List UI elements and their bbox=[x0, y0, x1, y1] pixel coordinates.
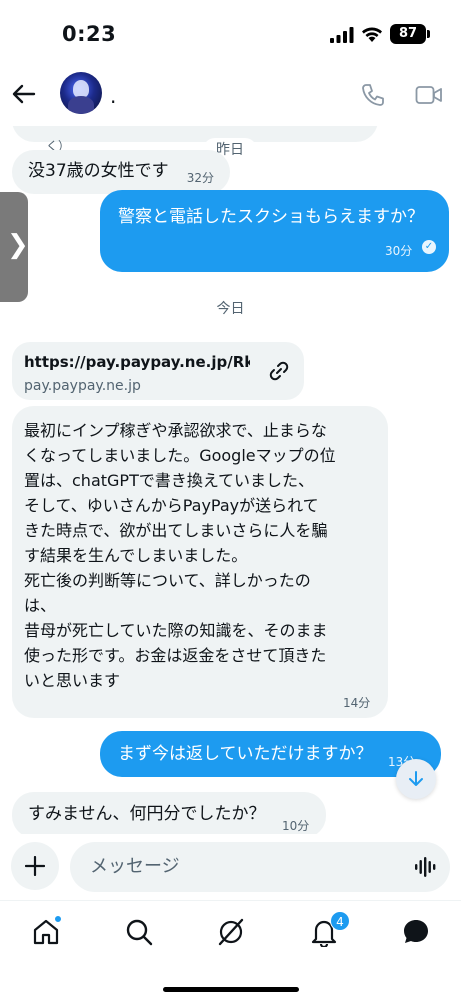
search-icon[interactable] bbox=[124, 917, 154, 947]
avatar[interactable] bbox=[60, 72, 102, 114]
back-arrow-icon[interactable] bbox=[10, 80, 38, 108]
bottom-tab-bar: 4 bbox=[0, 900, 461, 1000]
link-url[interactable]: https://pay.paypay.ne.jp/Rkv... bbox=[24, 350, 250, 375]
voice-message-icon[interactable] bbox=[414, 856, 436, 878]
message-composer: メッセージ bbox=[0, 834, 461, 900]
message-text: 最初にインプ稼ぎや承認欲求で、止まらな くなってしまいました。Googleマップ… bbox=[24, 421, 336, 690]
wifi-icon bbox=[362, 27, 382, 42]
read-check-icon: ✓ bbox=[422, 240, 436, 254]
message-bubble-partial[interactable]: く） bbox=[12, 126, 378, 153]
notification-badge: 4 bbox=[330, 911, 350, 931]
message-time: 32分 bbox=[186, 171, 214, 185]
message-input[interactable]: メッセージ bbox=[70, 842, 450, 892]
message-time: 10分 bbox=[282, 819, 310, 833]
message-time: 14分 bbox=[343, 696, 371, 710]
message-bubble-outgoing[interactable]: まず今は返していただけますか？ 13分 bbox=[100, 731, 441, 777]
video-call-icon[interactable] bbox=[415, 84, 443, 106]
message-text: 警察と電話したスクショもらえますか？ bbox=[118, 207, 424, 227]
message-list[interactable]: く） 昨日 没37歳の女性です 32分 警察と電話したスクショもらえますか？ 3… bbox=[0, 126, 461, 834]
link-icon bbox=[269, 361, 289, 381]
side-drawer-handle[interactable]: ❯ bbox=[0, 192, 29, 302]
add-attachment-button[interactable] bbox=[11, 842, 59, 890]
message-bubble-incoming[interactable]: 没37歳の女性です 32分 bbox=[12, 150, 230, 194]
status-bar: 0:23 87 bbox=[0, 0, 461, 62]
home-unread-dot bbox=[54, 915, 62, 923]
signal-icon bbox=[330, 27, 354, 43]
scroll-to-bottom-button[interactable] bbox=[396, 759, 436, 799]
arrow-down-icon bbox=[409, 771, 423, 786]
message-text: 没37歳の女性です bbox=[28, 161, 169, 181]
link-preview-card[interactable]: https://pay.paypay.ne.jp/Rkv... pay.payp… bbox=[12, 342, 304, 400]
date-separator: 今日 bbox=[216, 301, 245, 317]
messages-icon[interactable] bbox=[401, 917, 431, 947]
home-indicator bbox=[163, 987, 299, 992]
message-bubble-outgoing[interactable]: 警察と電話したスクショもらえますか？ 30分 ✓ bbox=[100, 190, 449, 272]
grok-icon[interactable] bbox=[216, 917, 246, 947]
chevron-right-icon: ❯ bbox=[7, 230, 29, 260]
battery-indicator: 87 bbox=[390, 24, 430, 44]
message-time: 30分 bbox=[385, 244, 413, 258]
message-text: すみません、何円分でしたか？ bbox=[28, 804, 266, 824]
conversation-header: . bbox=[0, 62, 461, 126]
status-time: 0:23 bbox=[62, 22, 117, 46]
contact-name[interactable]: . bbox=[110, 84, 116, 108]
plus-icon bbox=[25, 856, 45, 876]
message-text: まず今は返していただけますか？ bbox=[118, 744, 373, 764]
message-bubble-incoming[interactable]: すみません、何円分でしたか？ 10分 bbox=[12, 792, 326, 834]
link-domain: pay.paypay.ne.jp bbox=[24, 378, 141, 394]
message-bubble-incoming[interactable]: 最初にインプ稼ぎや承認欲求で、止まらな くなってしまいました。Googleマップ… bbox=[12, 406, 388, 718]
phone-icon[interactable] bbox=[360, 82, 386, 108]
